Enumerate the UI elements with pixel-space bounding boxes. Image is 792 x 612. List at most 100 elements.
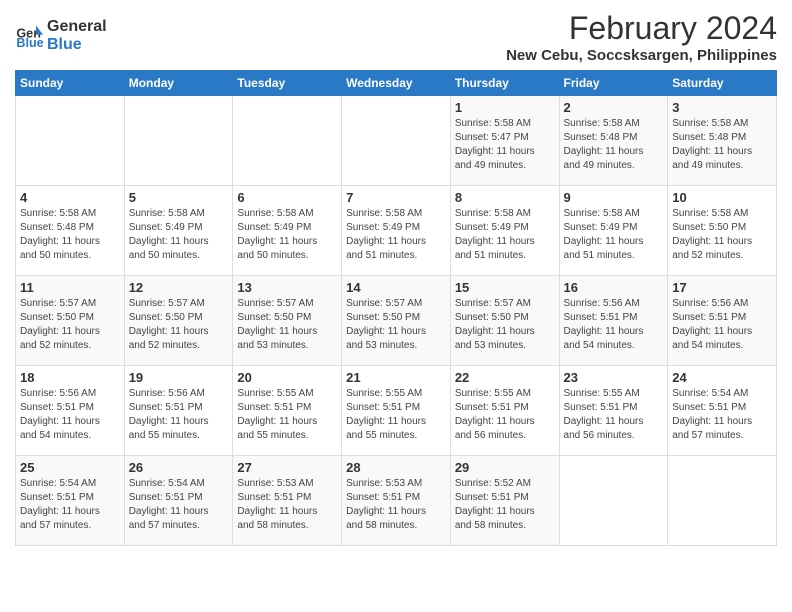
day-number: 19 — [129, 370, 229, 385]
day-number: 1 — [455, 100, 555, 115]
day-info: Sunrise: 5:58 AMSunset: 5:49 PMDaylight:… — [455, 207, 555, 263]
day-number: 22 — [455, 370, 555, 385]
calendar-cell: 17 Sunrise: 5:56 AMSunset: 5:51 PMDayligh… — [668, 276, 777, 366]
calendar-cell: 9 Sunrise: 5:58 AMSunset: 5:49 PMDaylight… — [559, 186, 668, 276]
calendar-cell: 10 Sunrise: 5:58 AMSunset: 5:50 PMDayligh… — [668, 186, 777, 276]
calendar-cell: 18 Sunrise: 5:56 AMSunset: 5:51 PMDayligh… — [16, 366, 125, 456]
day-number: 4 — [20, 190, 120, 205]
day-info: Sunrise: 5:58 AMSunset: 5:49 PMDaylight:… — [129, 207, 229, 263]
calendar-cell: 6 Sunrise: 5:58 AMSunset: 5:49 PMDaylight… — [233, 186, 342, 276]
day-number: 20 — [237, 370, 337, 385]
calendar-header-row: SundayMondayTuesdayWednesdayThursdayFrid… — [16, 71, 777, 96]
calendar-cell: 26 Sunrise: 5:54 AMSunset: 5:51 PMDayligh… — [124, 456, 233, 546]
header-saturday: Saturday — [668, 71, 777, 96]
day-info: Sunrise: 5:58 AMSunset: 5:47 PMDaylight:… — [455, 117, 555, 173]
day-number: 8 — [455, 190, 555, 205]
day-info: Sunrise: 5:55 AMSunset: 5:51 PMDaylight:… — [455, 387, 555, 443]
day-info: Sunrise: 5:58 AMSunset: 5:49 PMDaylight:… — [346, 207, 446, 263]
day-info: Sunrise: 5:58 AMSunset: 5:49 PMDaylight:… — [564, 207, 664, 263]
calendar-cell: 16 Sunrise: 5:56 AMSunset: 5:51 PMDayligh… — [559, 276, 668, 366]
day-number: 6 — [237, 190, 337, 205]
day-number: 13 — [237, 280, 337, 295]
day-number: 2 — [564, 100, 664, 115]
week-row-2: 4 Sunrise: 5:58 AMSunset: 5:48 PMDaylight… — [16, 186, 777, 276]
calendar-cell: 13 Sunrise: 5:57 AMSunset: 5:50 PMDayligh… — [233, 276, 342, 366]
calendar-cell: 11Sunrise: 5:57 AMSunset: 5:50 PMDayligh… — [16, 276, 125, 366]
logo-line1: General — [47, 18, 107, 36]
day-info: Sunrise: 5:55 AMSunset: 5:51 PMDaylight:… — [346, 387, 446, 443]
day-number: 9 — [564, 190, 664, 205]
day-info: Sunrise: 5:57 AMSunset: 5:50 PMDaylight:… — [237, 297, 337, 353]
logo-icon: Gen Blue — [15, 22, 43, 50]
day-info: Sunrise: 5:58 AMSunset: 5:48 PMDaylight:… — [564, 117, 664, 173]
day-number: 12 — [129, 280, 229, 295]
calendar-cell: 1 Sunrise: 5:58 AMSunset: 5:47 PMDaylight… — [450, 96, 559, 186]
day-number: 26 — [129, 460, 229, 475]
day-info: Sunrise: 5:58 AMSunset: 5:50 PMDaylight:… — [672, 207, 772, 263]
calendar-cell — [233, 96, 342, 186]
day-info: Sunrise: 5:53 AMSunset: 5:51 PMDaylight:… — [237, 477, 337, 533]
day-number: 21 — [346, 370, 446, 385]
calendar-cell: 7 Sunrise: 5:58 AMSunset: 5:49 PMDaylight… — [342, 186, 451, 276]
svg-text:Blue: Blue — [16, 36, 43, 50]
day-number: 23 — [564, 370, 664, 385]
calendar-table: SundayMondayTuesdayWednesdayThursdayFrid… — [15, 70, 777, 546]
calendar-cell: 21 Sunrise: 5:55 AMSunset: 5:51 PMDayligh… — [342, 366, 451, 456]
day-info: Sunrise: 5:55 AMSunset: 5:51 PMDaylight:… — [237, 387, 337, 443]
day-number: 25 — [20, 460, 120, 475]
day-number: 18 — [20, 370, 120, 385]
day-number: 17 — [672, 280, 772, 295]
calendar-cell — [16, 96, 125, 186]
day-info: Sunrise: 5:57 AMSunset: 5:50 PMDaylight:… — [455, 297, 555, 353]
day-info: Sunrise: 5:54 AMSunset: 5:51 PMDaylight:… — [20, 477, 120, 533]
week-row-3: 11Sunrise: 5:57 AMSunset: 5:50 PMDayligh… — [16, 276, 777, 366]
header-wednesday: Wednesday — [342, 71, 451, 96]
day-number: 15 — [455, 280, 555, 295]
calendar-cell: 5 Sunrise: 5:58 AMSunset: 5:49 PMDaylight… — [124, 186, 233, 276]
main-title: February 2024 — [506, 10, 777, 47]
header-thursday: Thursday — [450, 71, 559, 96]
day-info: Sunrise: 5:56 AMSunset: 5:51 PMDaylight:… — [20, 387, 120, 443]
day-info: Sunrise: 5:58 AMSunset: 5:49 PMDaylight:… — [237, 207, 337, 263]
calendar-cell — [342, 96, 451, 186]
day-info: Sunrise: 5:58 AMSunset: 5:48 PMDaylight:… — [672, 117, 772, 173]
calendar-cell: 25 Sunrise: 5:54 AMSunset: 5:51 PMDayligh… — [16, 456, 125, 546]
calendar-cell: 19Sunrise: 5:56 AMSunset: 5:51 PMDayligh… — [124, 366, 233, 456]
day-info: Sunrise: 5:55 AMSunset: 5:51 PMDaylight:… — [564, 387, 664, 443]
logo-line2: Blue — [47, 36, 107, 54]
day-number: 27 — [237, 460, 337, 475]
day-info: Sunrise: 5:57 AMSunset: 5:50 PMDaylight:… — [20, 297, 120, 353]
week-row-1: 1 Sunrise: 5:58 AMSunset: 5:47 PMDaylight… — [16, 96, 777, 186]
calendar-cell: 15 Sunrise: 5:57 AMSunset: 5:50 PMDayligh… — [450, 276, 559, 366]
day-number: 5 — [129, 190, 229, 205]
calendar-cell: 2 Sunrise: 5:58 AMSunset: 5:48 PMDaylight… — [559, 96, 668, 186]
subtitle: New Cebu, Soccsksargen, Philippines — [506, 47, 777, 64]
day-info: Sunrise: 5:52 AMSunset: 5:51 PMDaylight:… — [455, 477, 555, 533]
day-info: Sunrise: 5:56 AMSunset: 5:51 PMDaylight:… — [564, 297, 664, 353]
day-info: Sunrise: 5:58 AMSunset: 5:48 PMDaylight:… — [20, 207, 120, 263]
day-info: Sunrise: 5:54 AMSunset: 5:51 PMDaylight:… — [129, 477, 229, 533]
day-number: 10 — [672, 190, 772, 205]
day-number: 3 — [672, 100, 772, 115]
day-number: 28 — [346, 460, 446, 475]
calendar-cell: 12Sunrise: 5:57 AMSunset: 5:50 PMDayligh… — [124, 276, 233, 366]
calendar-cell: 14Sunrise: 5:57 AMSunset: 5:50 PMDayligh… — [342, 276, 451, 366]
calendar-cell: 8 Sunrise: 5:58 AMSunset: 5:49 PMDaylight… — [450, 186, 559, 276]
day-info: Sunrise: 5:56 AMSunset: 5:51 PMDaylight:… — [672, 297, 772, 353]
calendar-cell: 20 Sunrise: 5:55 AMSunset: 5:51 PMDayligh… — [233, 366, 342, 456]
day-number: 16 — [564, 280, 664, 295]
calendar-cell: 28Sunrise: 5:53 AMSunset: 5:51 PMDayligh… — [342, 456, 451, 546]
calendar-cell: 29Sunrise: 5:52 AMSunset: 5:51 PMDayligh… — [450, 456, 559, 546]
calendar-cell: 24Sunrise: 5:54 AMSunset: 5:51 PMDayligh… — [668, 366, 777, 456]
week-row-4: 18 Sunrise: 5:56 AMSunset: 5:51 PMDayligh… — [16, 366, 777, 456]
calendar-cell — [668, 456, 777, 546]
day-info: Sunrise: 5:57 AMSunset: 5:50 PMDaylight:… — [346, 297, 446, 353]
header-sunday: Sunday — [16, 71, 125, 96]
day-number: 7 — [346, 190, 446, 205]
week-row-5: 25 Sunrise: 5:54 AMSunset: 5:51 PMDayligh… — [16, 456, 777, 546]
header: Gen Blue General Blue February 2024 New … — [15, 10, 777, 64]
day-info: Sunrise: 5:54 AMSunset: 5:51 PMDaylight:… — [672, 387, 772, 443]
logo: Gen Blue General Blue — [15, 18, 107, 53]
title-area: February 2024 New Cebu, Soccsksargen, Ph… — [506, 10, 777, 64]
calendar-cell: 3 Sunrise: 5:58 AMSunset: 5:48 PMDaylight… — [668, 96, 777, 186]
